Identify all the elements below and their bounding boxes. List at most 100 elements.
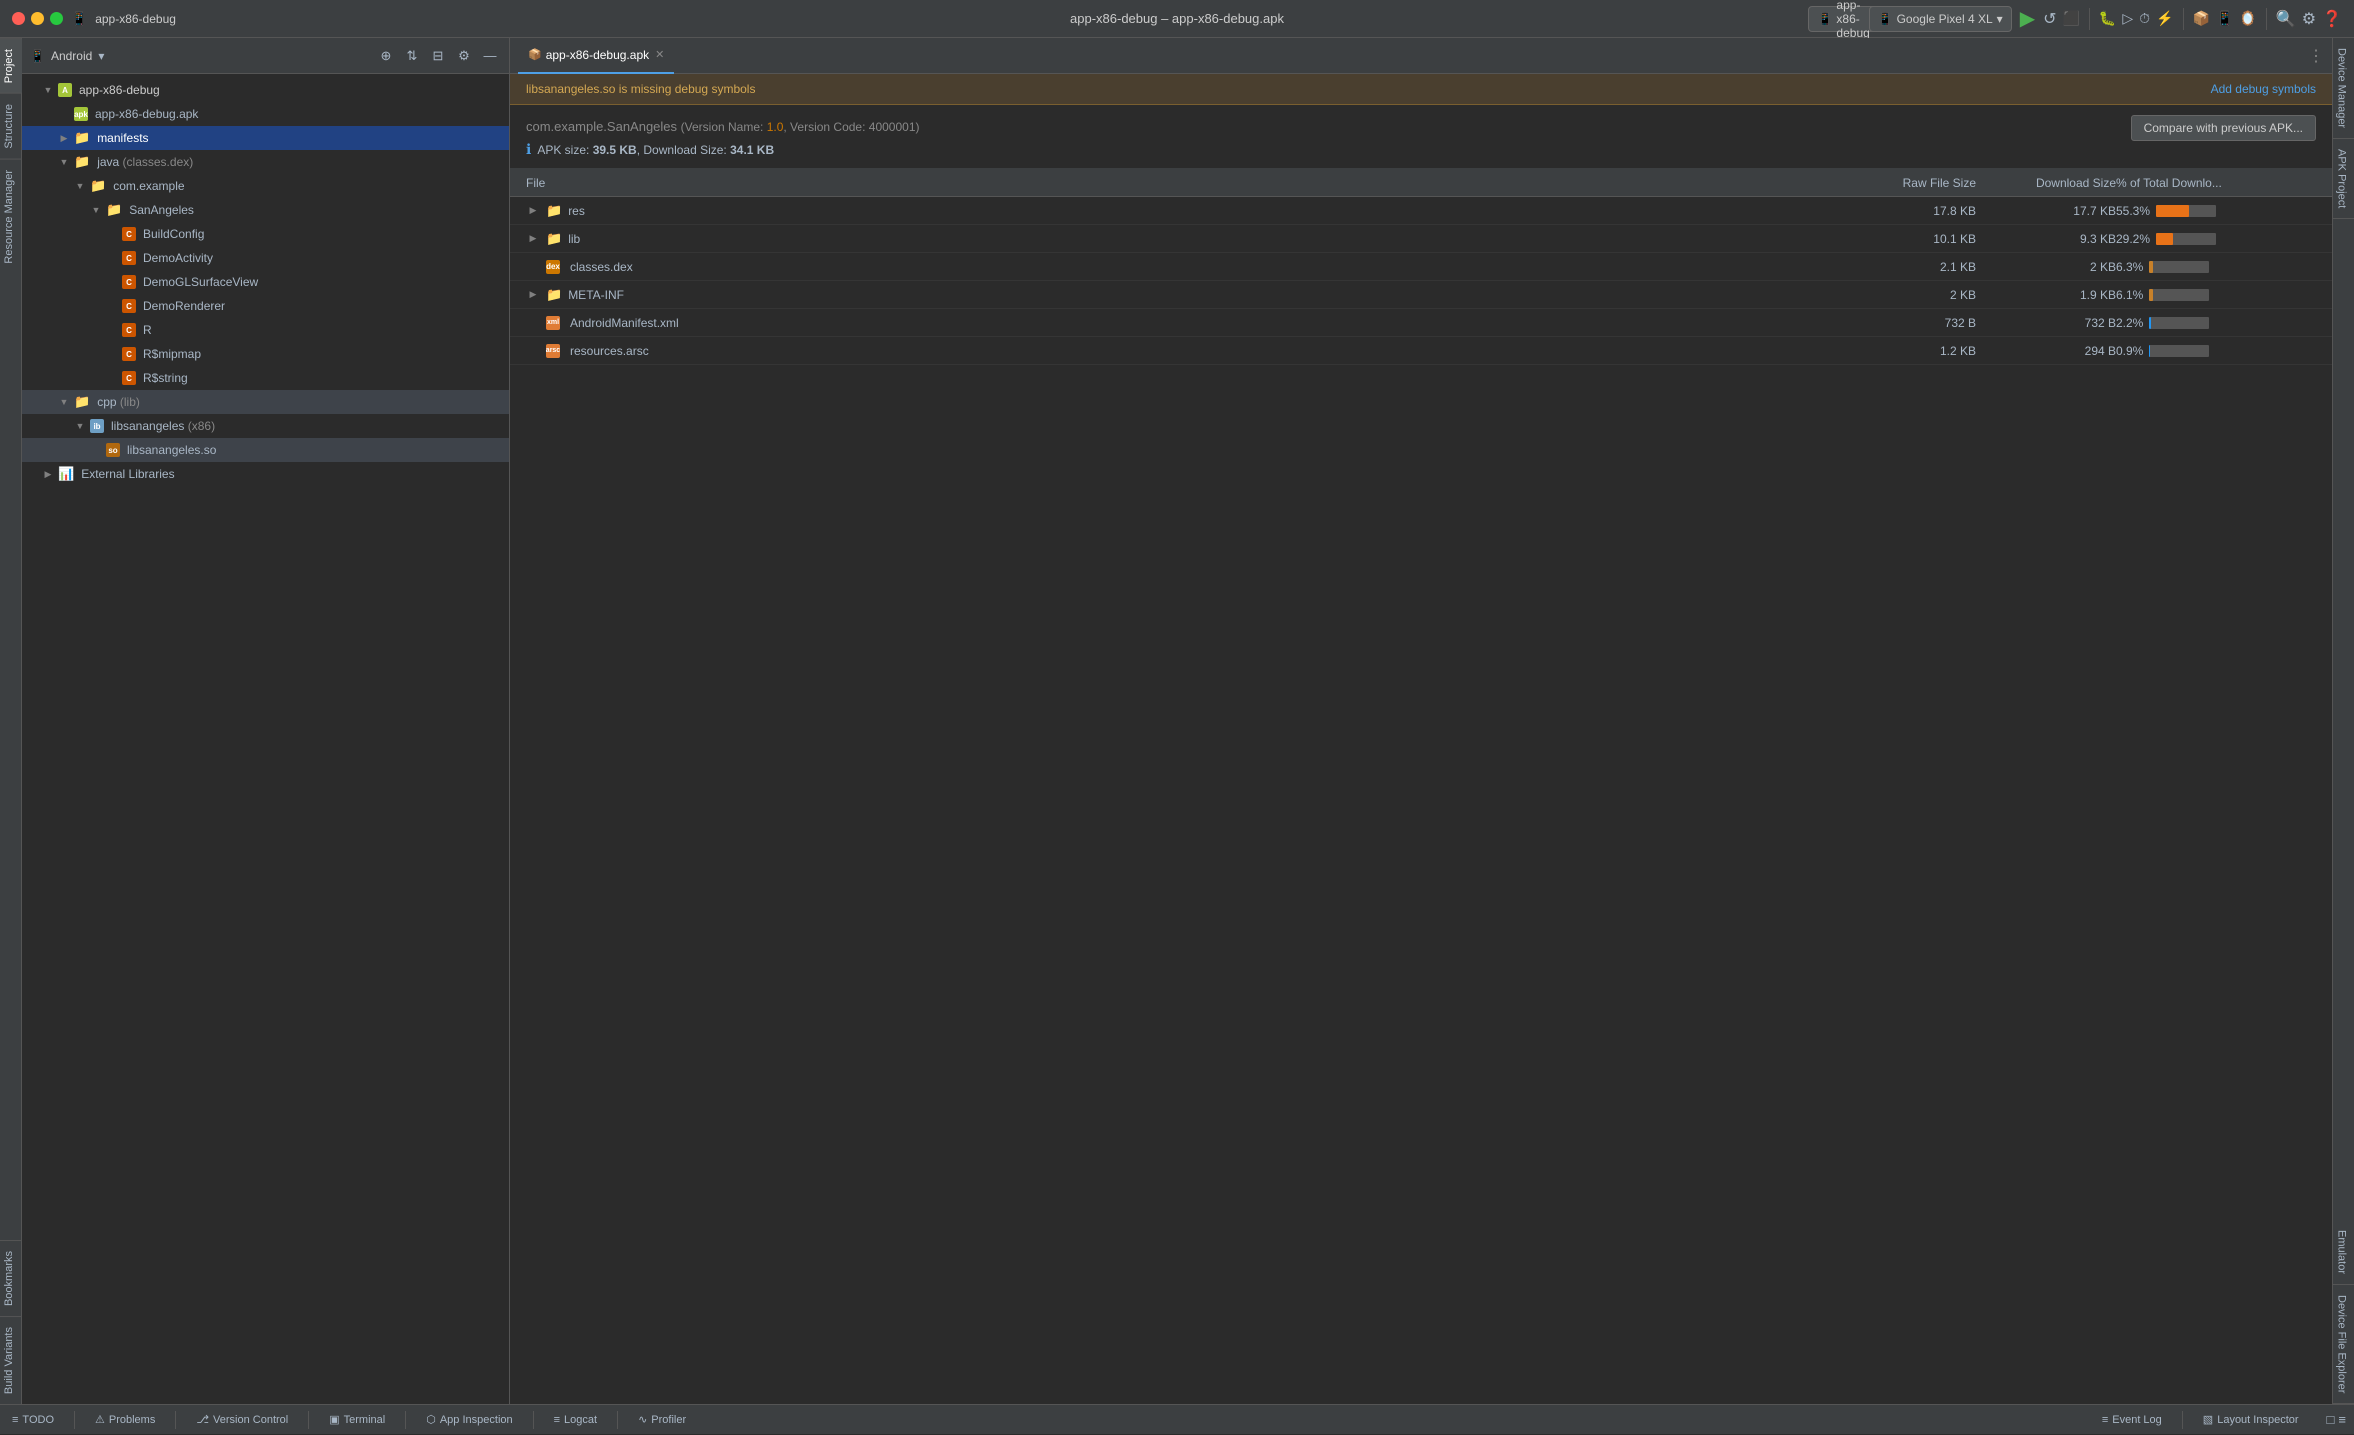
run-button[interactable]: ▶ [2020, 6, 2035, 31]
tree-item-sanangeles[interactable]: ▼ 📁 SanAngeles [22, 198, 509, 222]
status-profiler[interactable]: ∿ Profiler [634, 1405, 690, 1435]
apply-changes-button[interactable]: ⚡ [2156, 10, 2173, 27]
folder-icon: 📁 [74, 154, 90, 170]
status-todo[interactable]: ≡ TODO [8, 1405, 58, 1435]
resource-manager-tab[interactable]: Resource Manager [0, 159, 22, 274]
close-button[interactable] [12, 12, 25, 25]
status-app-inspection[interactable]: ⬡ App Inspection [422, 1405, 516, 1435]
table-row-lib[interactable]: ▶ 📁 lib 10.1 KB 9.3 KB 29.2% [510, 225, 2332, 253]
file-name-cell-res: ▶ 📁 res [526, 203, 1836, 219]
run-coverage-button[interactable]: ▷ [2122, 10, 2133, 27]
status-terminal[interactable]: ▣ Terminal [325, 1405, 389, 1435]
add-debug-symbols-link[interactable]: Add debug symbols [2211, 82, 2316, 96]
collapse-all-button[interactable]: ⇅ [401, 45, 423, 67]
table-row-classes-dex[interactable]: ▶ dex classes.dex 2.1 KB 2 KB 6.3% [510, 253, 2332, 281]
device-mirror-button[interactable]: 🪞 [2239, 10, 2256, 27]
tree-item-demoactivity[interactable]: ▶ C DemoActivity [22, 246, 509, 270]
expand-arrow[interactable]: ▶ [41, 467, 55, 481]
build-variants-tab[interactable]: Build Variants [0, 1316, 22, 1404]
expand-arrow[interactable]: ▼ [73, 419, 87, 433]
stop-button[interactable]: ⬛ [2062, 10, 2079, 27]
avd-manager-button[interactable]: 📱 [2216, 10, 2233, 27]
apk-package-info: com.example.SanAngeles (Version Name: 1.… [526, 119, 920, 134]
tree-item-java[interactable]: ▼ 📁 java (classes.dex) [22, 150, 509, 174]
emulator-tab[interactable]: Emulator [2333, 1220, 2354, 1285]
help-button[interactable]: ❓ [2322, 9, 2342, 29]
tree-item-apk[interactable]: ▶ apk app-x86-debug.apk [22, 102, 509, 126]
status-layout-inspector[interactable]: ▧ Layout Inspector [2199, 1405, 2303, 1435]
tree-item-demorenderer[interactable]: ▶ C DemoRenderer [22, 294, 509, 318]
more-tabs-button[interactable]: ⋮ [2308, 46, 2324, 66]
expand-row-arrow[interactable]: ▶ [526, 232, 540, 246]
sdk-manager-button[interactable]: 📦 [2193, 10, 2210, 27]
debug-button[interactable]: 🐛 [2099, 10, 2116, 27]
bookmarks-tab[interactable]: Bookmarks [0, 1240, 22, 1316]
tree-item-buildconfig[interactable]: ▶ C BuildConfig [22, 222, 509, 246]
external-libraries-icon: 📊 [58, 466, 74, 482]
tree-item-libsanangeles-so[interactable]: ▶ so libsanangeles.so [22, 438, 509, 462]
tree-item-manifests[interactable]: ▶ 📁 manifests [22, 126, 509, 150]
profiler-button[interactable]: ⏱ [2139, 10, 2150, 27]
expand-row-arrow[interactable]: ▶ [526, 204, 540, 218]
tree-item-libsanangeles-group[interactable]: ▼ ib libsanangeles (x86) [22, 414, 509, 438]
filter-button[interactable]: ⊟ [427, 45, 449, 67]
device-manager-tab[interactable]: Device Manager [2333, 38, 2354, 139]
tree-item-app[interactable]: ▼ A app-x86-debug [22, 78, 509, 102]
run-config-dropdown[interactable]: 📱 app-x86-debug ▾ [1835, 5, 1863, 33]
structure-tab[interactable]: Structure [0, 93, 22, 159]
expand-row-arrow[interactable]: ▶ [526, 288, 540, 302]
compare-apk-button[interactable]: Compare with previous APK... [2131, 115, 2316, 141]
separator [2183, 8, 2184, 30]
expand-arrow[interactable]: ▼ [41, 83, 55, 97]
table-row-res[interactable]: ▶ 📁 res 17.8 KB 17.7 KB 55.3% [510, 197, 2332, 225]
tree-item-rmipmap[interactable]: ▶ C R$mipmap [22, 342, 509, 366]
percent-cell-dex: 6.3% [2116, 260, 2316, 274]
expand-arrow[interactable]: ▼ [73, 179, 87, 193]
status-icon-2[interactable]: ≡ [2338, 1412, 2346, 1427]
bar-manifest [2149, 317, 2209, 329]
tree-item-external-libraries[interactable]: ▶ 📊 External Libraries [22, 462, 509, 486]
status-version-control[interactable]: ⎇ Version Control [192, 1405, 292, 1435]
apk-project-tab[interactable]: APK Project [2333, 139, 2354, 219]
device-dropdown[interactable]: 📱 Google Pixel 4 XL ▾ [1869, 6, 2012, 32]
project-tab[interactable]: Project [0, 38, 22, 93]
scope-button[interactable]: ⊕ [375, 45, 397, 67]
expand-arrow[interactable]: ▼ [57, 395, 71, 409]
rerun-button[interactable]: ↺ [2043, 9, 2056, 29]
tree-item-demoglsurfaceview[interactable]: ▶ C DemoGLSurfaceView [22, 270, 509, 294]
status-icon-1[interactable]: □ [2327, 1412, 2335, 1427]
tree-item-com-example[interactable]: ▼ 📁 com.example [22, 174, 509, 198]
maximize-button[interactable] [50, 12, 63, 25]
percent-cell-res: 55.3% [2116, 204, 2316, 218]
window-title: app-x86-debug – app-x86-debug.apk [1070, 11, 1284, 26]
expand-arrow[interactable]: ▼ [57, 155, 71, 169]
folder-icon: 📁 [546, 203, 562, 219]
status-problems[interactable]: ⚠ Problems [91, 1405, 159, 1435]
right-vertical-tabs: Device Manager APK Project Emulator Devi… [2332, 38, 2354, 1404]
traffic-lights [12, 12, 63, 25]
device-file-explorer-tab[interactable]: Device File Explorer [2333, 1285, 2354, 1404]
expand-arrow[interactable]: ▶ [57, 131, 71, 145]
percent-manifest: 2.2% [2116, 316, 2143, 330]
apk-tab[interactable]: 📦 app-x86-debug.apk ✕ [518, 38, 674, 74]
expand-arrow[interactable]: ▼ [89, 203, 103, 217]
minimize-button[interactable] [31, 12, 44, 25]
dropdown-arrow[interactable]: ▾ [98, 49, 104, 63]
table-row-android-manifest[interactable]: ▶ xml AndroidManifest.xml 732 B 732 B 2.… [510, 309, 2332, 337]
title-bar-right: 📱 app-x86-debug ▾ 📱 Google Pixel 4 XL ▾ … [1835, 5, 2342, 33]
status-logcat[interactable]: ≡ Logcat [550, 1405, 601, 1435]
download-size-lib: 9.3 KB [1976, 232, 2116, 246]
dex-icon: dex [546, 260, 560, 274]
close-panel-button[interactable]: — [479, 45, 501, 67]
settings-project-button[interactable]: ⚙ [453, 45, 475, 67]
status-event-log[interactable]: ≡ Event Log [2098, 1405, 2166, 1435]
table-row-resources-arsc[interactable]: ▶ arsc resources.arsc 1.2 KB 294 B 0.9% [510, 337, 2332, 365]
tree-item-rstring[interactable]: ▶ C R$string [22, 366, 509, 390]
search-button[interactable]: 🔍 [2276, 9, 2296, 29]
module-icon: A [58, 83, 72, 97]
tree-item-r[interactable]: ▶ C R [22, 318, 509, 342]
tree-item-cpp[interactable]: ▼ 📁 cpp (lib) [22, 390, 509, 414]
table-row-meta-inf[interactable]: ▶ 📁 META-INF 2 KB 1.9 KB 6.1% [510, 281, 2332, 309]
tab-close-button[interactable]: ✕ [655, 48, 664, 61]
settings-button[interactable]: ⚙ [2302, 9, 2316, 29]
